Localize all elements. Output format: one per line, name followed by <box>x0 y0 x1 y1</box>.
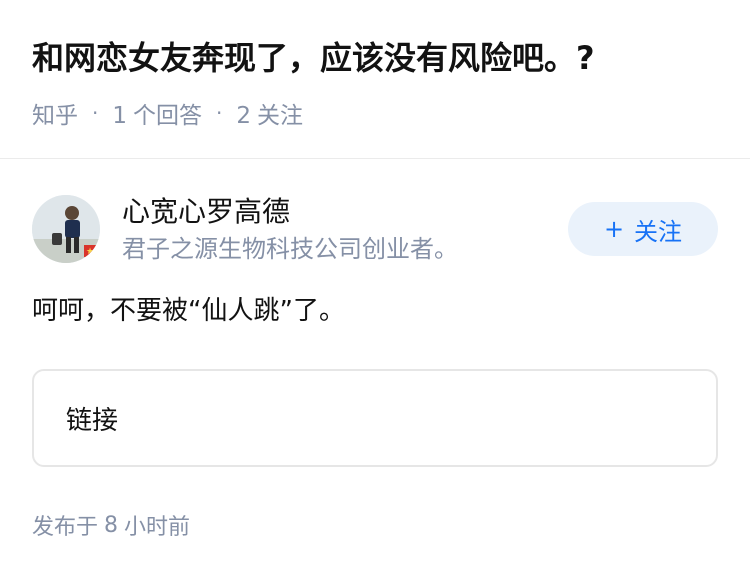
answer-card: ★ 心宽心罗高德 君子之源生物科技公司创业者。 + 关注 呵呵，不要被“仙人跳”… <box>0 159 750 541</box>
publish-amount: 8 <box>104 512 119 538</box>
user-avatar-icon: ★ <box>32 195 100 263</box>
question-header: 和网恋女友奔现了，应该没有风险吧。? 知乎 · 1 个回答 · 2 关注 <box>0 0 750 138</box>
publish-prefix: 发布于 <box>32 515 99 540</box>
answer-content: 呵呵，不要被“仙人跳”了。 <box>32 296 345 326</box>
author-bio: 君子之源生物科技公司创业者。 <box>122 235 458 263</box>
follower-count-label: 关注 <box>257 103 303 129</box>
question-title[interactable]: 和网恋女友奔现了，应该没有风险吧。? <box>32 32 718 84</box>
question-meta: 知乎 · 1 个回答 · 2 关注 <box>32 88 718 138</box>
source-label[interactable]: 知乎 <box>32 96 78 130</box>
follower-count-value: 2 <box>236 103 251 129</box>
answer-count[interactable]: 1 个回答 <box>112 96 202 130</box>
follow-button-label: 关注 <box>634 217 683 246</box>
follow-button[interactable]: + 关注 <box>568 202 718 256</box>
link-card[interactable]: 链接 <box>32 369 718 467</box>
plus-icon: + <box>603 215 625 243</box>
author-name[interactable]: 心宽心罗高德 <box>122 192 568 232</box>
svg-text:★: ★ <box>86 247 94 257</box>
link-card-label: 链接 <box>66 405 119 436</box>
separator-dot: · <box>92 101 99 125</box>
follower-count[interactable]: 2 关注 <box>236 96 303 130</box>
separator-dot: · <box>216 101 223 125</box>
avatar[interactable]: ★ <box>32 195 100 263</box>
publish-unit: 小时前 <box>124 515 191 540</box>
answer-count-label: 个回答 <box>133 103 202 129</box>
author-row: ★ 心宽心罗高德 君子之源生物科技公司创业者。 + 关注 <box>32 189 718 269</box>
author-info: 心宽心罗高德 君子之源生物科技公司创业者。 <box>122 192 568 266</box>
answer-count-value: 1 <box>112 103 127 129</box>
publish-time: 发布于 8 小时前 <box>32 509 718 541</box>
